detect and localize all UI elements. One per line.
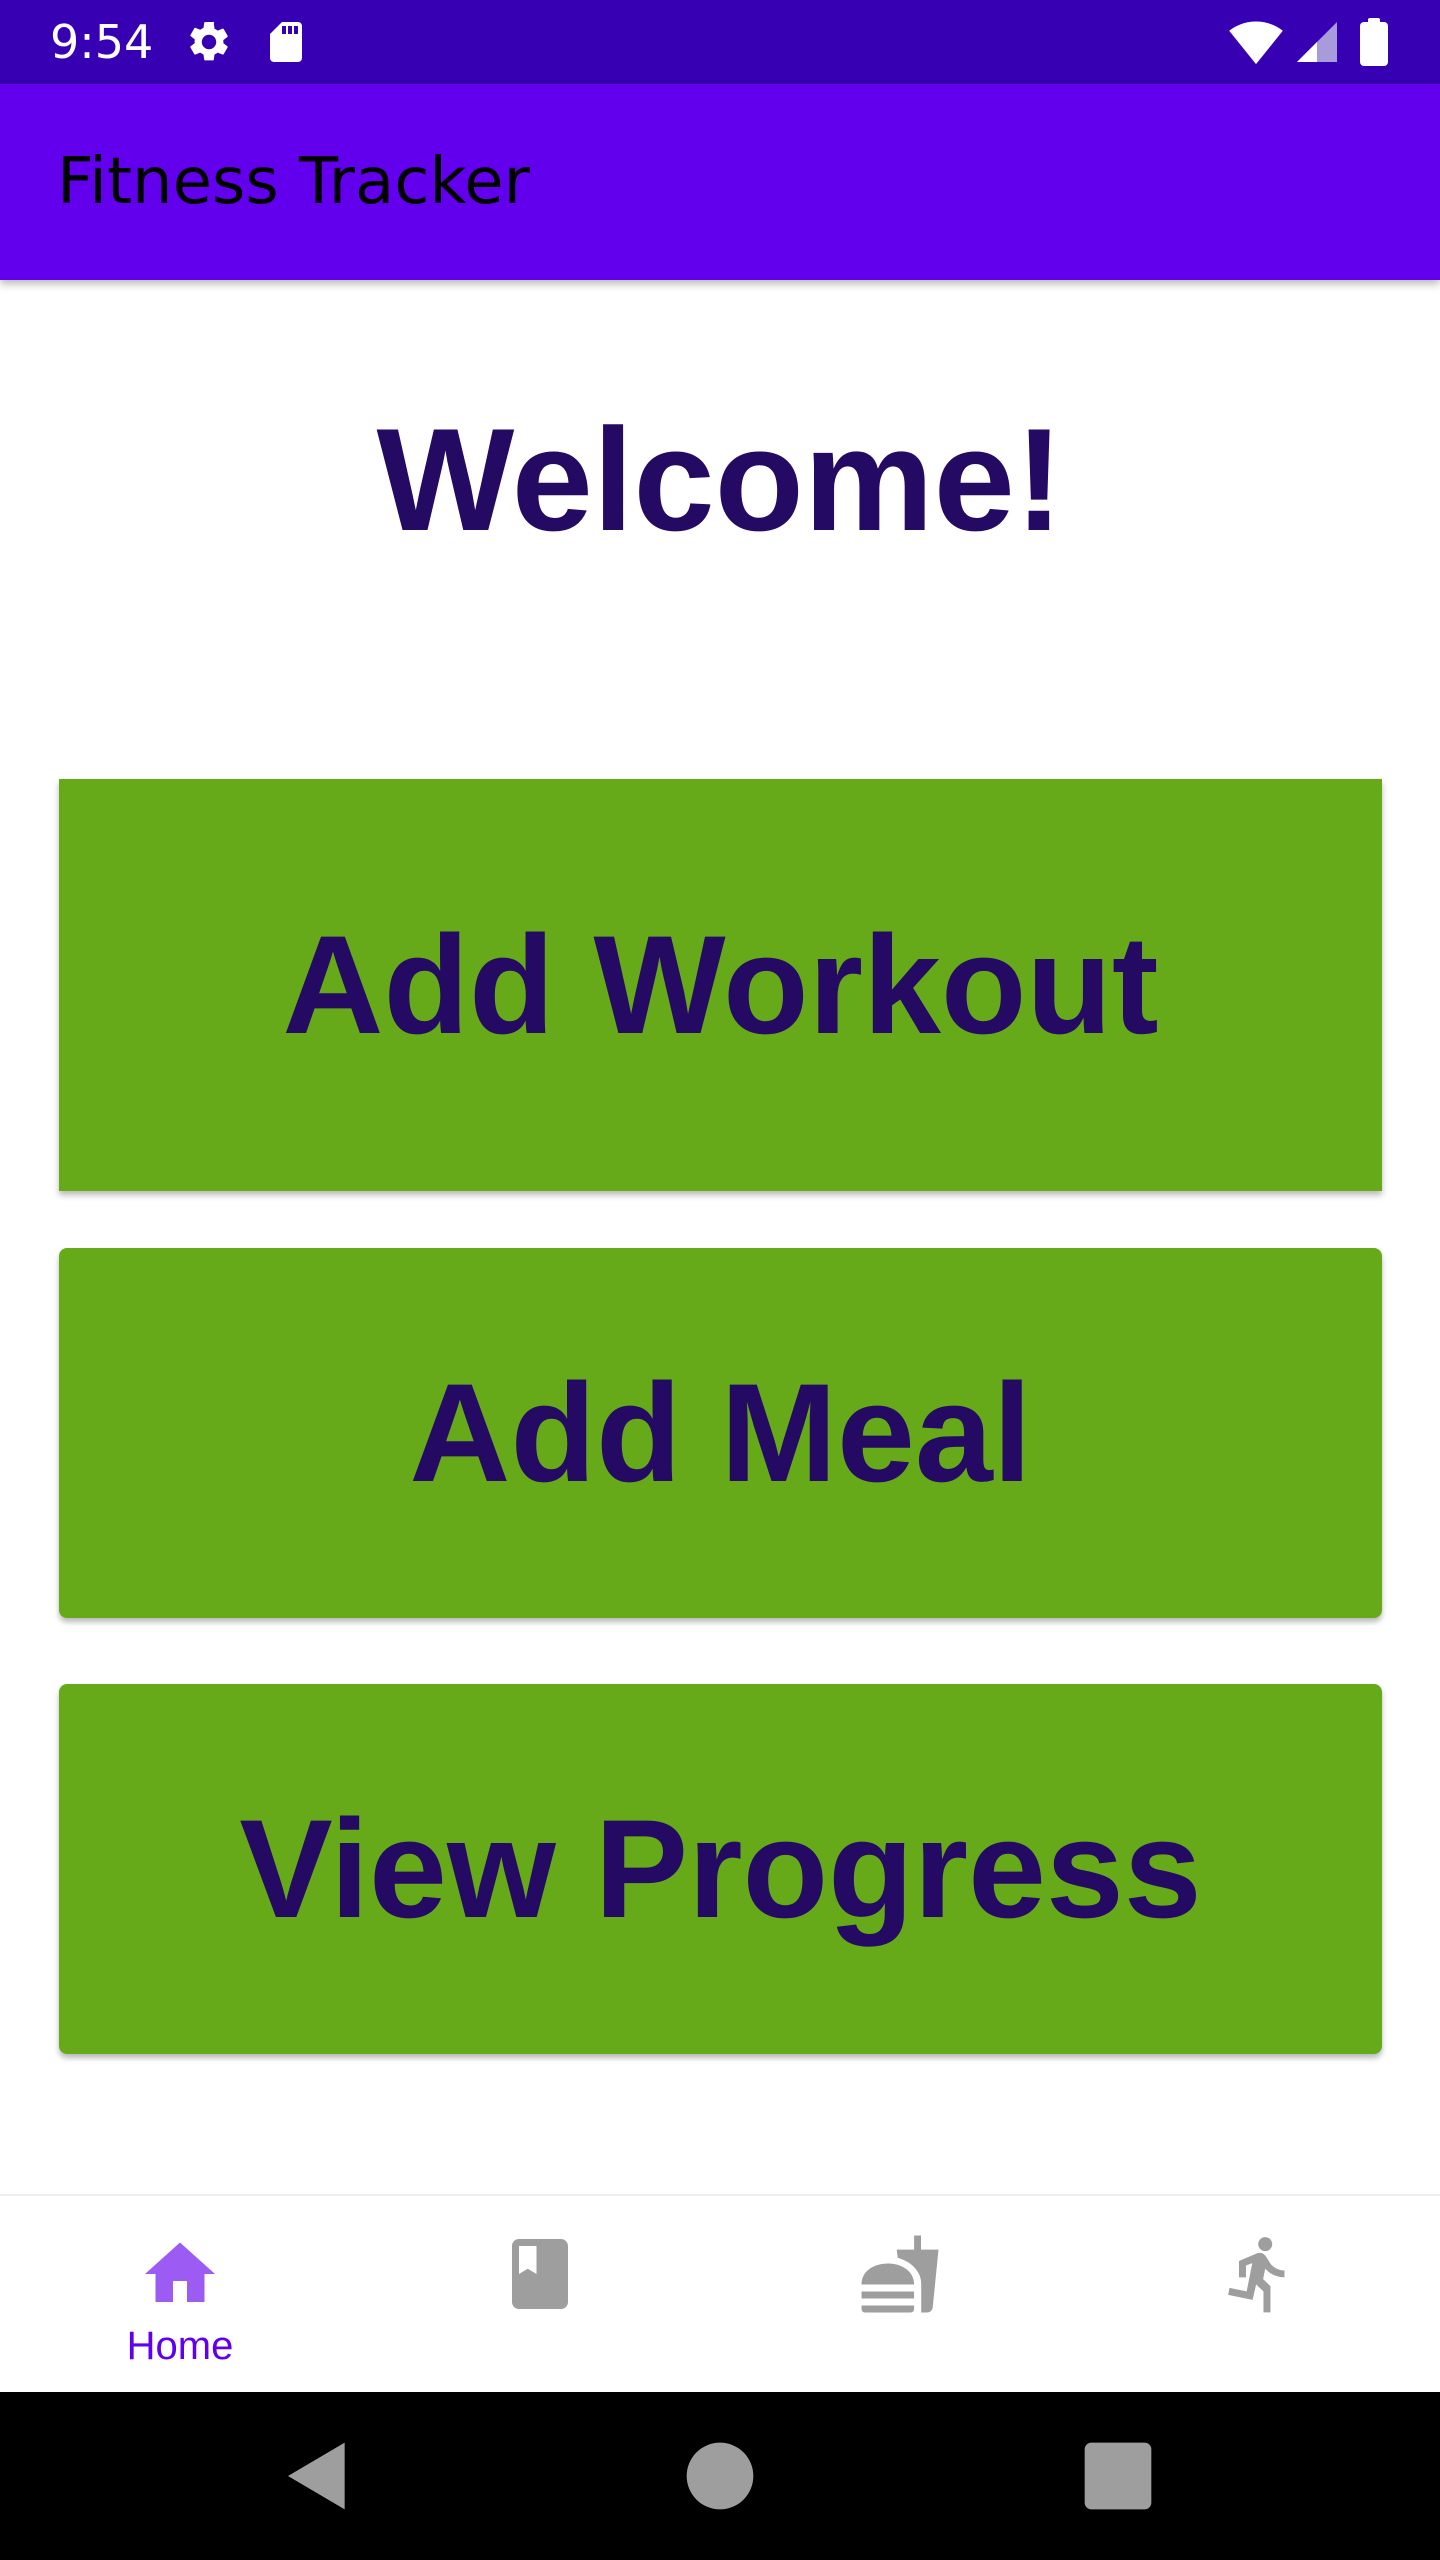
home-circle-icon[interactable] <box>680 2436 760 2516</box>
add-meal-button[interactable]: Add Meal <box>59 1248 1382 1618</box>
home-icon <box>145 2242 215 2302</box>
fastfood-icon <box>861 2235 939 2313</box>
back-icon[interactable] <box>278 2436 358 2516</box>
nav-item-home[interactable]: Home <box>0 2196 360 2394</box>
status-time: 9:54 <box>50 15 154 69</box>
battery-icon <box>1360 18 1388 66</box>
add-workout-button[interactable]: Add Workout <box>59 779 1382 1191</box>
book-icon <box>512 2239 568 2309</box>
sd-card-icon <box>270 22 302 62</box>
status-bar: 9:54 <box>0 0 1440 84</box>
system-navigation-bar <box>0 2392 1440 2560</box>
bottom-navigation: Home <box>0 2194 1440 2394</box>
welcome-heading: Welcome! <box>376 398 1064 561</box>
recents-icon[interactable] <box>1078 2436 1158 2516</box>
nav-item-activity[interactable] <box>1080 2196 1440 2394</box>
app-bar: Fitness Tracker <box>0 84 1440 280</box>
gear-icon <box>190 21 228 61</box>
app-title: Fitness Tracker <box>57 145 530 219</box>
view-progress-button[interactable]: View Progress <box>59 1684 1382 2054</box>
nav-item-home-label: Home <box>126 2324 234 2368</box>
wifi-icon <box>1229 21 1283 65</box>
nav-item-meals[interactable] <box>720 2196 1080 2394</box>
running-icon <box>1228 2237 1285 2313</box>
nav-item-journal[interactable] <box>360 2196 720 2394</box>
signal-icon <box>1297 22 1337 62</box>
